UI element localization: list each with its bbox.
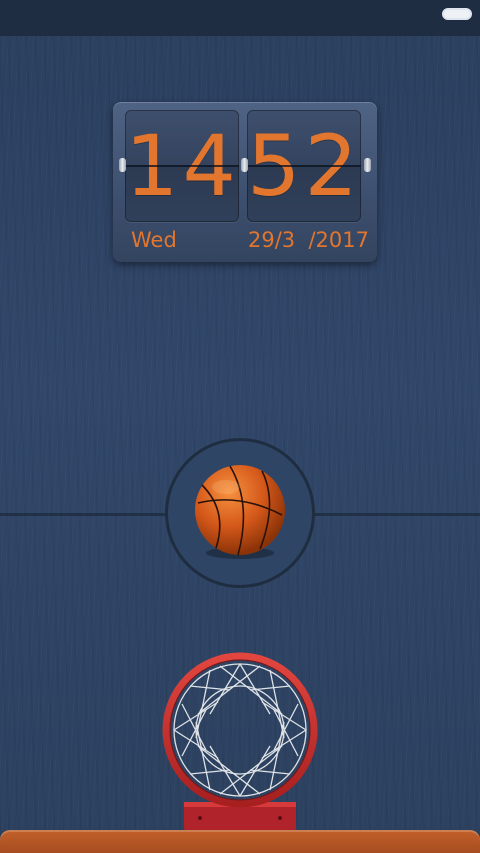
court-floor [0,830,480,853]
hours-flap: 14 [125,110,239,222]
hoop-graphic [162,652,318,830]
minutes-flap: 52 [247,110,361,222]
clock-day: Wed [131,228,177,252]
hinge-icon [119,158,126,172]
clock-minutes: 52 [247,117,361,215]
hinge-icon [364,158,371,172]
clock-hours: 14 [125,117,239,215]
basketball-graphic [195,465,285,559]
basketball-hoop-icon [160,652,320,832]
flip-clock-widget[interactable]: 14 52 Wed 29/3 /2017 [113,102,377,262]
status-bar [0,0,480,36]
clock-date: 29/3 /2017 [247,228,369,252]
basketball-icon[interactable] [190,463,290,563]
battery-icon [442,8,472,20]
hinge-icon [241,158,248,172]
